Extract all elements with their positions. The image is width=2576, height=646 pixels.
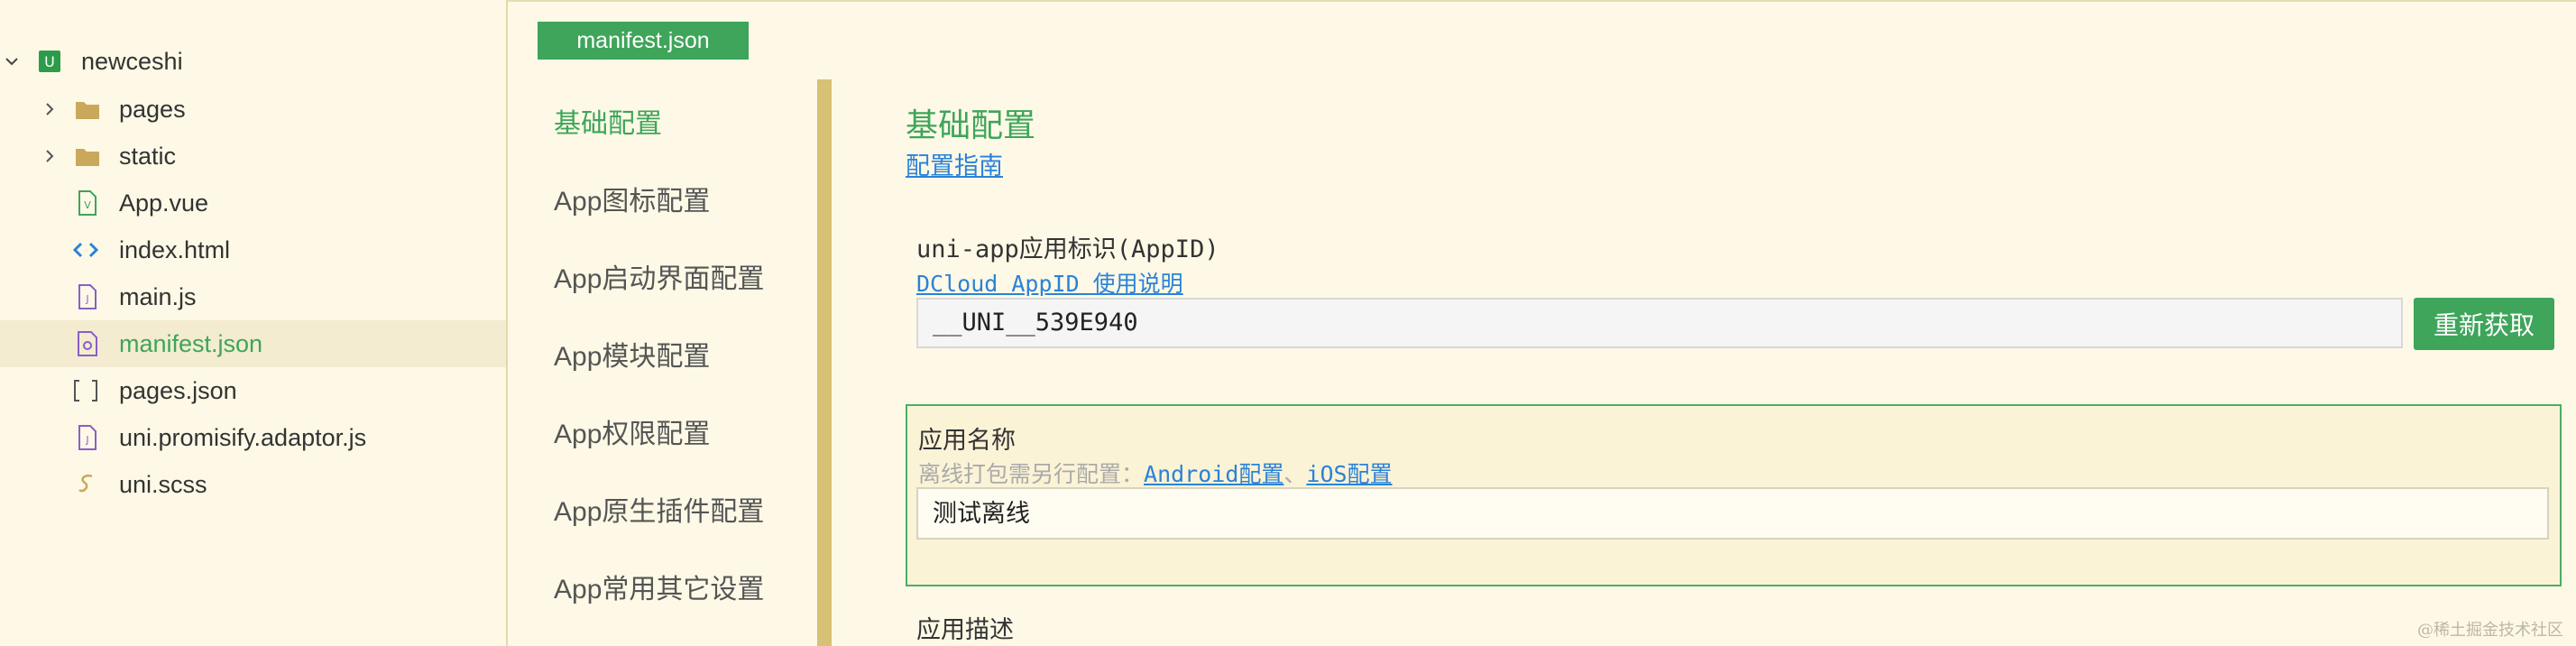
config-guide-link[interactable]: 配置指南 [906, 146, 1003, 181]
folder-icon [74, 96, 101, 123]
svg-text:V: V [84, 199, 91, 211]
svg-text:J: J [85, 293, 88, 305]
section-title: 基础配置 [906, 106, 1036, 143]
offline-hint-text: 离线打包需另行配置： [918, 462, 1145, 487]
nav-item-app-splash[interactable]: App启动界面配置 [554, 256, 764, 296]
nav-scrollbar[interactable] [817, 79, 832, 646]
settings-content: 基础配置 配置指南 uni-app应用标识(AppID) DCloud AppI… [906, 0, 2565, 646]
app-desc-label: 应用描述 [916, 616, 1014, 643]
tree-item-pages[interactable]: pages [0, 86, 506, 133]
tree-item-label: manifest.json [119, 329, 263, 357]
tree-item-uni-scss[interactable]: uni.scss [0, 461, 506, 508]
hint-separator: 、 [1283, 462, 1307, 487]
nav-item-app-other-settings[interactable]: App常用其它设置 [554, 567, 764, 606]
tree-item-label: pages [119, 95, 186, 123]
nav-item-app-icon[interactable]: App图标配置 [554, 179, 710, 218]
tree-root-label: newceshi [81, 47, 183, 75]
project-file-tree: U newceshi pages static V App.vue index.… [0, 0, 508, 646]
tree-item-manifest-json[interactable]: manifest.json [0, 320, 506, 367]
nav-item-app-permissions[interactable]: App权限配置 [554, 411, 710, 451]
nav-item-app-modules[interactable]: App模块配置 [554, 334, 710, 374]
ios-config-link[interactable]: iOS配置 [1306, 457, 1392, 489]
app-name-label: 应用名称 [918, 427, 1016, 454]
chevron-right-icon[interactable] [41, 148, 58, 164]
scss-file-icon [74, 471, 101, 498]
tree-item-label: uni.scss [119, 470, 207, 498]
appid-help-link[interactable]: DCloud AppID 使用说明 [916, 266, 1183, 299]
tree-item-app-vue[interactable]: V App.vue [0, 180, 506, 226]
android-config-link[interactable]: Android配置 [1144, 457, 1283, 489]
manifest-file-icon [74, 330, 101, 357]
tree-item-label: static [119, 142, 177, 170]
tree-item-label: index.html [119, 235, 231, 263]
watermark: @稀土掘金技术社区 [2417, 621, 2563, 640]
svg-text:J: J [85, 434, 88, 446]
tab-manifest-json[interactable]: manifest.json [538, 22, 749, 60]
html-file-icon [72, 236, 99, 263]
refresh-appid-button[interactable]: 重新获取 [2414, 298, 2554, 350]
tree-item-index-html[interactable]: index.html [0, 226, 506, 273]
tree-item-main-js[interactable]: J main.js [0, 273, 506, 320]
tree-item-label: main.js [119, 282, 197, 310]
tree-item-label: uni.promisify.adaptor.js [119, 423, 367, 451]
js-file-icon: J [74, 283, 101, 310]
app-name-section: 应用名称 离线打包需另行配置： Android配置 、 iOS配置 测试离线 [906, 404, 2562, 586]
nav-item-basic-config[interactable]: 基础配置 [554, 101, 662, 141]
appid-input[interactable]: __UNI__539E940 [916, 298, 2403, 348]
folder-icon [74, 143, 101, 170]
nav-item-app-native-plugins[interactable]: App原生插件配置 [554, 489, 764, 529]
tree-item-uni-promisify[interactable]: J uni.promisify.adaptor.js [0, 414, 506, 461]
chevron-down-icon[interactable] [4, 53, 20, 69]
svg-text:U: U [44, 53, 55, 70]
app-name-input[interactable]: 测试离线 [916, 487, 2549, 540]
tree-item-label: pages.json [119, 376, 237, 404]
app-name-hint: 离线打包需另行配置： Android配置 、 iOS配置 [918, 457, 1393, 489]
vue-file-icon: V [74, 189, 101, 217]
uni-project-icon: U [36, 48, 63, 75]
tree-item-static[interactable]: static [0, 133, 506, 180]
json-file-icon [72, 377, 99, 404]
tree-root-newceshi[interactable]: U newceshi [0, 38, 506, 85]
tree-item-label: App.vue [119, 189, 209, 217]
chevron-right-icon[interactable] [41, 101, 58, 117]
js-file-icon: J [74, 424, 101, 451]
appid-label: uni-app应用标识(AppID) [916, 235, 1219, 263]
tree-item-pages-json[interactable]: pages.json [0, 367, 506, 414]
